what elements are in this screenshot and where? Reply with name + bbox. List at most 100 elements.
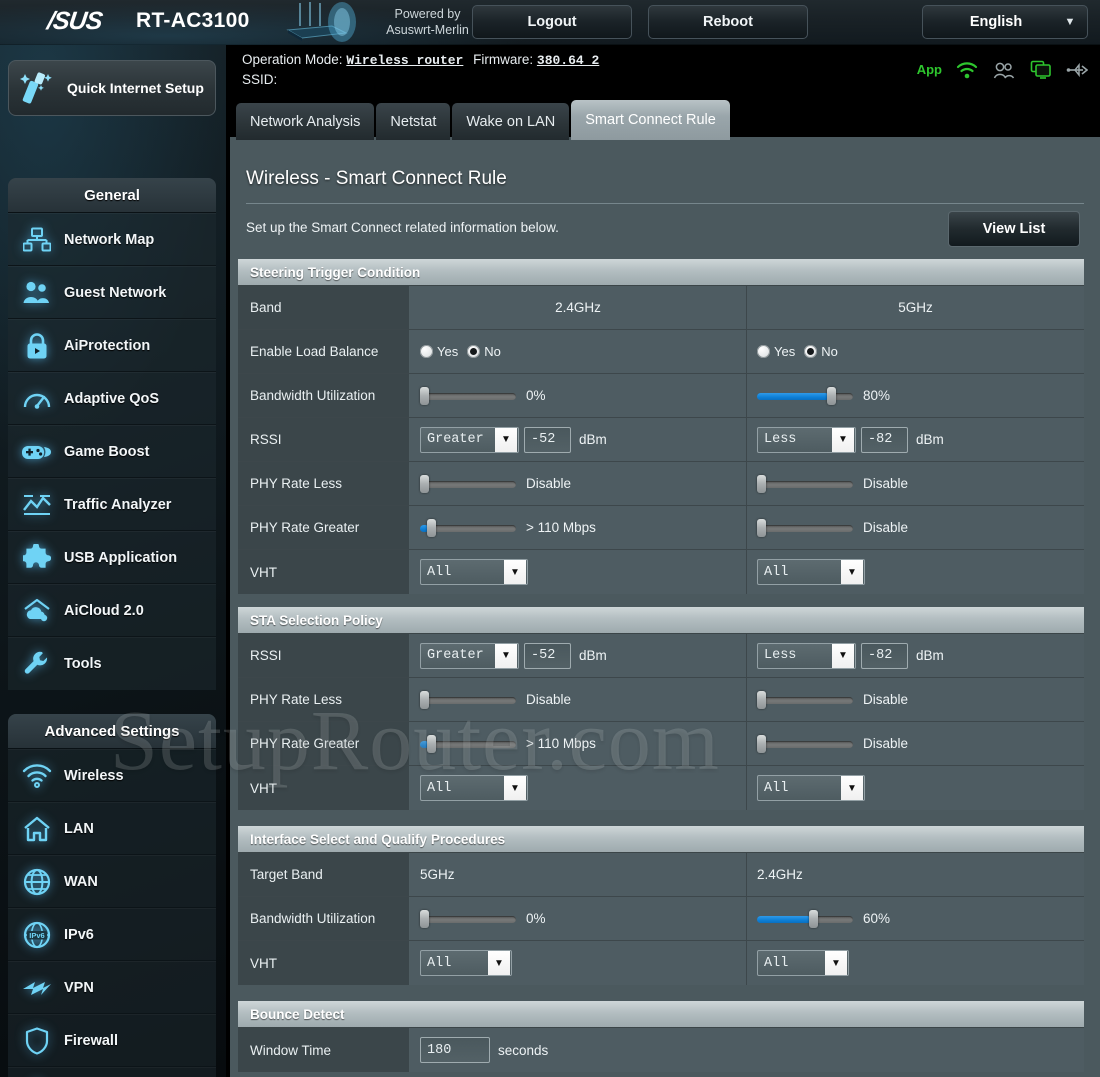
page-description: Set up the Smart Connect related informa…	[246, 220, 559, 235]
radio-option-no[interactable]: No	[804, 344, 838, 359]
slider-knob[interactable]	[757, 734, 766, 753]
sidebar-item-ipv6[interactable]: IPv6 IPv6	[8, 908, 216, 961]
iface-vht-col1-select[interactable]: All ▼	[420, 950, 512, 976]
sidebar-item-lan[interactable]: LAN	[8, 802, 216, 855]
bw-util-2ghz-slider[interactable]	[420, 386, 516, 405]
slider-knob[interactable]	[809, 909, 818, 928]
sidebar-item-usb-application[interactable]: USB Application	[8, 531, 216, 584]
slider-knob[interactable]	[420, 690, 429, 709]
slider-knob[interactable]	[757, 690, 766, 709]
sta-phy-rate-greater-5ghz-value: Disable	[863, 736, 909, 751]
sta-phy-rate-less-2ghz-slider[interactable]	[420, 690, 516, 709]
sidebar-item-network-map[interactable]: Network Map	[8, 213, 216, 266]
vht-5ghz-select[interactable]: All ▼	[757, 559, 865, 585]
radio-yes-button[interactable]	[757, 345, 770, 358]
sidebar-item-game-boost[interactable]: Game Boost	[8, 425, 216, 478]
sta-rssi-2ghz-compare-select[interactable]: Greater ▼	[420, 642, 519, 669]
language-selector[interactable]: English ▼	[922, 5, 1088, 39]
table-row: Window Time 180 seconds	[238, 1028, 1084, 1072]
vpn-key-icon	[20, 971, 54, 1005]
iface-vht-col2-select[interactable]: All ▼	[757, 950, 849, 976]
sta-rssi-2ghz-value-input[interactable]: -52	[524, 642, 571, 669]
radio-option-yes[interactable]: Yes	[757, 344, 795, 359]
sidebar-item-administration[interactable]: Administration	[8, 1067, 216, 1077]
tab-netstat[interactable]: Netstat	[376, 103, 451, 140]
radio-option-no[interactable]: No	[467, 344, 501, 359]
sta-phy-rate-greater-5ghz-slider[interactable]	[757, 734, 853, 753]
sidebar-item-wireless[interactable]: Wireless	[8, 749, 216, 802]
row-label: VHT	[238, 550, 410, 594]
sidebar-item-aicloud[interactable]: AiCloud 2.0	[8, 584, 216, 637]
iface-bw-util-col1-slider[interactable]	[420, 909, 516, 928]
sidebar-item-aiprotection[interactable]: AiProtection	[8, 319, 216, 372]
window-time-input[interactable]: 180	[420, 1037, 490, 1063]
row-label: Window Time	[238, 1028, 410, 1072]
rssi-5ghz-value-input[interactable]: -82	[861, 426, 908, 453]
slider-track	[757, 740, 853, 748]
view-list-button[interactable]: View List	[948, 211, 1080, 247]
tab-wake-on-lan[interactable]: Wake on LAN	[452, 103, 570, 140]
slider-knob[interactable]	[420, 386, 429, 405]
sidebar-item-vpn[interactable]: VPN	[8, 961, 216, 1014]
slider-knob[interactable]	[757, 518, 766, 537]
sta-vht-5ghz-select[interactable]: All ▼	[757, 775, 865, 801]
phy-rate-less-2ghz-slider[interactable]	[420, 474, 516, 493]
phy-rate-greater-5ghz-slider[interactable]	[757, 518, 853, 537]
phy-rate-greater-5ghz-value: Disable	[863, 520, 909, 535]
firmware-value[interactable]: 380.64_2	[537, 53, 599, 68]
phy-rate-less-5ghz-slider[interactable]	[757, 474, 853, 493]
phy-rate-greater-2ghz-slider[interactable]	[420, 518, 516, 537]
slider-track	[757, 524, 853, 532]
table-row: Bandwidth Utilization 0%	[238, 374, 1084, 418]
table-row: PHY Rate Greater > 110 Mbps Disable	[238, 506, 1084, 550]
app-label[interactable]: App	[917, 62, 942, 77]
reboot-button[interactable]: Reboot	[648, 5, 808, 39]
sta-phy-rate-less-5ghz-slider[interactable]	[757, 690, 853, 709]
tab-smart-connect-rule[interactable]: Smart Connect Rule	[571, 100, 730, 140]
rssi-2ghz-value-input[interactable]: -52	[524, 426, 571, 453]
sta-phy-rate-greater-2ghz-slider[interactable]	[420, 734, 516, 753]
slider-knob[interactable]	[427, 518, 436, 537]
radio-option-yes[interactable]: Yes	[420, 344, 458, 359]
sidebar-item-tools[interactable]: Tools	[8, 637, 216, 690]
slider-knob[interactable]	[427, 734, 436, 753]
operation-mode-value[interactable]: Wireless router	[346, 53, 463, 68]
guest-network-icon	[20, 276, 54, 310]
radio-yes-button[interactable]	[420, 345, 433, 358]
guest-users-icon[interactable]	[992, 61, 1016, 79]
bw-util-5ghz-value: 80%	[863, 388, 891, 403]
bw-util-5ghz-cell: 80%	[747, 374, 1084, 417]
rssi-2ghz-compare-select[interactable]: Greater ▼	[420, 426, 519, 453]
sidebar-item-adaptive-qos[interactable]: Adaptive QoS	[8, 372, 216, 425]
sidebar-item-traffic-analyzer[interactable]: Traffic Analyzer	[8, 478, 216, 531]
sta-rssi-5ghz-value-input[interactable]: -82	[861, 642, 908, 669]
section-steering-trigger-condition: Steering Trigger Condition Band 2.4GHz 5…	[238, 259, 1084, 594]
rssi-5ghz-compare-select[interactable]: Less ▼	[757, 426, 856, 453]
slider-knob[interactable]	[757, 474, 766, 493]
sidebar-item-guest-network[interactable]: Guest Network	[8, 266, 216, 319]
main-panel-inner: Wireless - Smart Connect Rule Set up the…	[230, 137, 1100, 1077]
usb-devices-monitor-icon[interactable]	[1030, 60, 1052, 79]
quick-internet-setup-button[interactable]: Quick Internet Setup	[8, 60, 216, 116]
sta-vht-2ghz-select[interactable]: All ▼	[420, 775, 528, 801]
tab-network-analysis[interactable]: Network Analysis	[236, 103, 375, 140]
radio-no-button[interactable]	[467, 345, 481, 358]
sta-rssi-5ghz-compare-select[interactable]: Less ▼	[757, 642, 856, 669]
bw-util-5ghz-slider[interactable]	[757, 386, 853, 405]
slider-knob[interactable]	[420, 474, 429, 493]
sidebar-item-label: Traffic Analyzer	[64, 496, 172, 513]
usb-icon[interactable]	[1066, 62, 1088, 78]
sidebar-item-wan[interactable]: WAN	[8, 855, 216, 908]
slider-knob[interactable]	[420, 909, 429, 928]
wrench-icon	[20, 647, 54, 681]
gamepad-icon	[20, 435, 54, 469]
sidebar-item-label: AiCloud 2.0	[64, 602, 144, 619]
sidebar-item-firewall[interactable]: Firewall	[8, 1014, 216, 1067]
wifi-status-icon[interactable]	[956, 61, 978, 79]
table-row: VHT All ▼ All ▼	[238, 766, 1084, 810]
logout-button[interactable]: Logout	[472, 5, 632, 39]
slider-knob[interactable]	[827, 386, 836, 405]
vht-2ghz-select[interactable]: All ▼	[420, 559, 528, 585]
iface-bw-util-col2-slider[interactable]	[757, 909, 853, 928]
radio-no-button[interactable]	[804, 345, 818, 358]
